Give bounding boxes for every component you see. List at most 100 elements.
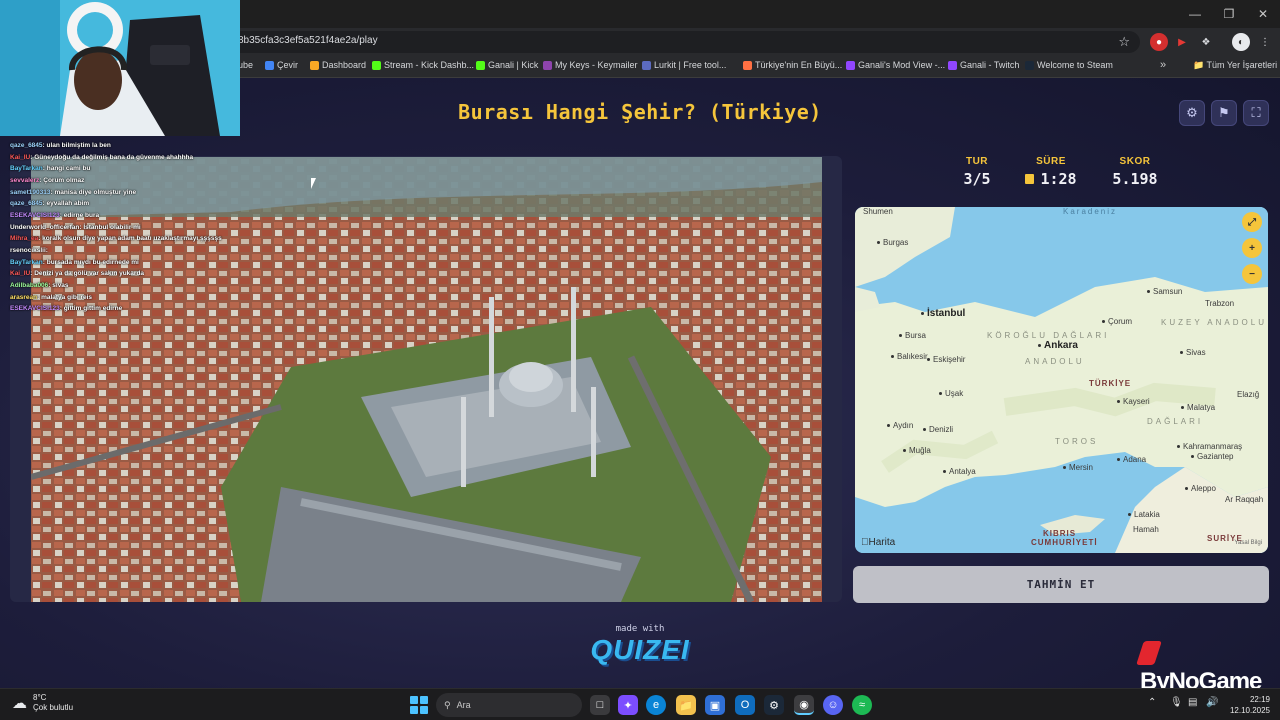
map-city-label: Trabzon xyxy=(1205,299,1235,308)
guess-button[interactable]: TAHMİN ET xyxy=(853,566,1269,603)
map-city-label: Eskişehir xyxy=(927,355,965,364)
map-city-label: Latakia xyxy=(1128,510,1160,519)
chat-message: Adilbaba006: sivas xyxy=(10,281,69,289)
guess-map[interactable]: Karadeniz Shumen Burgas İstanbul Ankara … xyxy=(855,207,1268,553)
map-city-label: Shumen xyxy=(863,207,893,216)
map-city-label: Adana xyxy=(1117,455,1146,464)
clock-time: 22:19 xyxy=(1249,695,1270,704)
spotify-icon[interactable]: ≈ xyxy=(852,695,872,715)
map-region-label: ANADOLU xyxy=(1025,357,1085,366)
map-city-label: Samsun xyxy=(1147,287,1182,296)
menu-kebab-icon[interactable]: ⋮ xyxy=(1256,33,1274,51)
extension-red-icon[interactable]: ● xyxy=(1150,33,1168,51)
map-country-label: CUMHURİYETİ xyxy=(1031,538,1098,547)
bookmark-item[interactable]: ube xyxy=(238,60,253,70)
chat-message: qaze_6845: eyvallah abim xyxy=(10,200,90,208)
made-with-label: made with xyxy=(615,624,665,634)
tray-overflow-icon[interactable]: ⌃ xyxy=(1148,697,1156,708)
network-icon[interactable]: ▤ xyxy=(1188,697,1197,708)
extensions-puzzle-icon[interactable]: ❖ xyxy=(1197,33,1215,51)
bookmark-item[interactable]: Stream - Kick Dashb... xyxy=(372,60,474,70)
bookmark-item[interactable]: Lurkit | Free tool... xyxy=(642,60,726,70)
map-region-label: DAĞLARI xyxy=(1147,417,1204,426)
score-label: SKOR xyxy=(1119,156,1151,167)
mouse-cursor-icon xyxy=(311,178,316,189)
taskbar-search[interactable]: ⚲ Ara xyxy=(436,693,582,717)
chat-message: ESEKAVCISI123: edirne bura xyxy=(10,211,100,219)
outlook-icon[interactable]: O xyxy=(735,695,755,715)
volume-icon[interactable]: 🔊 xyxy=(1206,697,1218,708)
weather-widget[interactable]: ☁ 8°C Çok bulutlu xyxy=(12,693,73,713)
map-city-label: Çorum xyxy=(1102,317,1132,326)
map-city-label: Denizli xyxy=(923,425,953,434)
chat-message: arasrean: malatya gibi reis xyxy=(10,293,93,301)
bookmarks-overflow-button[interactable]: » xyxy=(1160,59,1166,71)
bookmark-item[interactable]: Ganali - Twitch xyxy=(948,60,1019,70)
store-icon[interactable]: ▣ xyxy=(705,695,725,715)
bynogame-mark-icon xyxy=(1136,641,1162,665)
timer-value: 1:28 xyxy=(1006,170,1096,188)
fullscreen-icon[interactable]: ⛶ xyxy=(1243,100,1269,126)
map-region-label: KÖROĞLU DAĞLARI xyxy=(987,331,1110,340)
map-city-label: Hamah xyxy=(1133,525,1159,534)
microphone-icon[interactable]: 🎙 xyxy=(1170,697,1183,708)
map-city-label: Gaziantep xyxy=(1191,452,1233,461)
timer-stat: SÜRE 1:28 xyxy=(1006,156,1096,188)
map-city-label: Kayseri xyxy=(1117,397,1150,406)
chat-message: BayTarkan: hangi cami bu xyxy=(10,165,91,173)
steam-icon[interactable]: ⚙ xyxy=(764,695,784,715)
zoom-out-icon[interactable]: − xyxy=(1242,264,1262,284)
chat-message: Underworld_officerfan: İstanbul olabilir… xyxy=(10,223,141,231)
chat-message: rsenocikslii: xyxy=(10,246,48,254)
bookmark-item[interactable]: Dashboard xyxy=(310,60,366,70)
zoom-in-icon[interactable]: + xyxy=(1242,238,1262,258)
address-bar[interactable]: 8b35cfa3c3ef5a521f4ae2a/play ☆ xyxy=(226,31,1140,53)
windows-taskbar: ☁ 8°C Çok bulutlu ⚲ Ara □ ✦ e 📁 ▣ O ⚙ ◉ … xyxy=(0,688,1280,720)
map-city-label: Ankara xyxy=(1038,340,1078,351)
extension-youtube-icon[interactable]: ▶ xyxy=(1173,33,1191,51)
map-city-label: Aleppo xyxy=(1185,484,1216,493)
minimize-icon[interactable]: — xyxy=(1178,0,1212,28)
gear-icon[interactable]: ⚙ xyxy=(1179,100,1205,126)
chat-message: Kai_IU: Güneydoğu da değilmiş bana da gü… xyxy=(10,153,194,161)
edge-icon[interactable]: e xyxy=(646,695,666,715)
flag-icon[interactable]: ⚑ xyxy=(1211,100,1237,126)
chrome-icon[interactable]: ◉ xyxy=(794,695,814,715)
map-city-label: Burgas xyxy=(877,238,908,247)
close-icon[interactable]: ✕ xyxy=(1246,0,1280,28)
maximize-icon[interactable]: ❐ xyxy=(1212,0,1246,28)
map-country-label: TÜRKİYE xyxy=(1089,379,1132,388)
bookmark-item[interactable]: Welcome to Steam xyxy=(1025,60,1113,70)
file-explorer-icon[interactable]: 📁 xyxy=(676,695,696,715)
score-value: 5.198 xyxy=(1112,170,1158,188)
bookmark-item[interactable]: Türkiye'nin En Büyü... xyxy=(743,60,842,70)
map-legal-link[interactable]: Yasal Bilgi xyxy=(1234,540,1262,546)
bookmark-item[interactable]: My Keys - Keymailer xyxy=(543,60,638,70)
discord-icon[interactable]: ☺ xyxy=(823,695,843,715)
taskbar-clock[interactable]: 22:19 12.10.2025 xyxy=(1226,694,1270,716)
clock-date: 12.10.2025 xyxy=(1229,706,1270,715)
quizei-logo[interactable]: QUIZEI xyxy=(560,634,720,666)
map-city-label: Kahramanmaraş xyxy=(1177,442,1242,451)
bookmark-item[interactable]: Ganali's Mod View -... xyxy=(846,60,945,70)
task-view-icon[interactable]: □ xyxy=(590,695,610,715)
url-text[interactable]: 8b35cfa3c3ef5a521f4ae2a/play xyxy=(238,35,378,46)
expand-icon[interactable]: ⤢ xyxy=(1242,212,1262,232)
bookmark-item[interactable]: Çevir xyxy=(265,60,298,70)
chat-message: qaze_6845: ulan bilmiştim la ben xyxy=(10,142,111,149)
start-button[interactable] xyxy=(410,696,428,714)
map-attribution: Harita xyxy=(861,537,895,548)
chat-message: Mihra_ea: koralk olsun diye yapan adam b… xyxy=(10,235,222,243)
map-city-label: Mersin xyxy=(1063,463,1093,472)
profile-avatar[interactable]: ◐ xyxy=(1232,33,1250,51)
all-bookmarks-folder[interactable]: 📁 Tüm Yer İşaretleri xyxy=(1193,60,1277,71)
map-city-label: Uşak xyxy=(939,389,963,398)
bookmark-item[interactable]: Ganali | Kick xyxy=(476,60,538,70)
map-region-label: TOROS xyxy=(1055,437,1099,446)
weather-temp: 8°C xyxy=(33,693,47,702)
copilot-icon[interactable]: ✦ xyxy=(618,695,638,715)
weather-desc: Çok bulutlu xyxy=(33,703,74,712)
map-city-label: Antalya xyxy=(943,467,976,476)
map-city-label: Aydın xyxy=(887,421,913,430)
bookmark-star-icon[interactable]: ☆ xyxy=(1118,34,1130,50)
